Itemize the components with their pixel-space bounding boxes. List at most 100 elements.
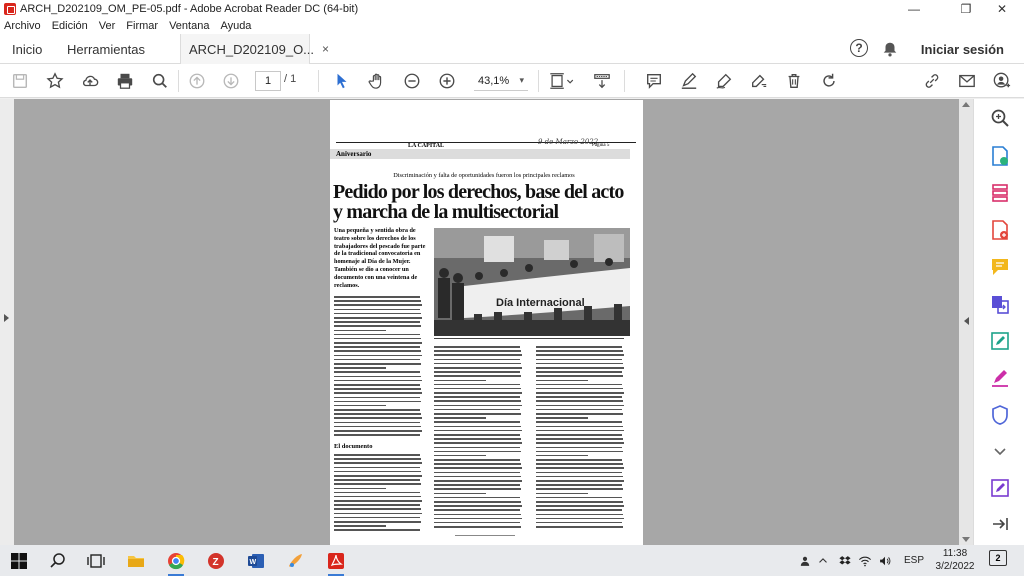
word-icon[interactable]: W (245, 550, 267, 572)
greeked-text-line (536, 362, 624, 365)
volume-icon[interactable] (878, 550, 892, 572)
fill-sign-icon[interactable] (989, 367, 1011, 389)
page-down-icon[interactable] (221, 71, 241, 91)
greeked-text-line (334, 491, 421, 494)
page-number-input[interactable]: 1 (255, 71, 281, 91)
collapse-pane-icon[interactable] (989, 513, 1011, 535)
greeked-text-line (536, 433, 623, 436)
select-pointer-icon[interactable] (332, 71, 352, 91)
greeked-text-line (334, 495, 422, 498)
acrobat-taskbar-icon[interactable] (325, 550, 347, 576)
dropbox-icon[interactable] (838, 550, 852, 572)
chrome-icon[interactable] (165, 550, 187, 576)
menu-ver[interactable]: Ver (99, 20, 116, 32)
cloud-upload-icon[interactable] (80, 71, 100, 91)
window-title: ARCH_D202109_OM_PE-05.pdf - Adobe Acroba… (20, 3, 359, 15)
create-pdf-icon[interactable] (989, 219, 1011, 241)
greeked-text-line (536, 509, 623, 511)
menu-ventana[interactable]: Ventana (169, 20, 209, 32)
greeked-text-line (434, 450, 522, 453)
combine-files-icon[interactable] (989, 293, 1011, 315)
greeked-text-line (434, 438, 522, 440)
greeked-text-line (334, 325, 422, 327)
trash-icon[interactable] (784, 71, 804, 91)
search-zoom-icon[interactable] (150, 71, 170, 91)
greeked-text-line (536, 400, 624, 403)
star-icon[interactable] (45, 71, 65, 91)
clock-time: 11:38 (942, 548, 968, 559)
page-up-icon[interactable] (187, 71, 207, 91)
app-red-icon[interactable]: Z (205, 550, 227, 572)
export-pdf-icon[interactable] (989, 145, 1011, 167)
greeked-text-line (434, 392, 523, 394)
greeked-text-line (434, 400, 522, 403)
greeked-text-line (434, 459, 521, 461)
pdf-page[interactable]: LA CAPITAL 9 de Marzo 2022 Página 5 Aniv… (330, 100, 643, 545)
comment-tool-icon[interactable] (989, 256, 1011, 278)
menu-edicion[interactable]: Edición (52, 20, 88, 32)
wifi-icon[interactable] (858, 550, 872, 572)
chevron-up-icon[interactable] (816, 550, 830, 572)
tab-close-button[interactable]: × (322, 42, 329, 56)
greeked-text-line (536, 484, 623, 486)
print-icon[interactable] (115, 71, 135, 91)
share-link-icon[interactable] (922, 71, 942, 91)
signin-button[interactable]: Iniciar sesión (921, 34, 1004, 64)
tab-document[interactable]: ARCH_D202109_O... × (180, 34, 329, 64)
menu-ayuda[interactable]: Ayuda (220, 20, 251, 32)
greeked-text-line (536, 404, 625, 407)
tab-home[interactable]: Inicio (12, 34, 42, 64)
comment-icon[interactable] (644, 71, 664, 91)
draw-pen-icon[interactable] (714, 71, 734, 91)
minimize-button[interactable]: — (892, 0, 936, 18)
collapse-tools-pane-icon[interactable] (964, 317, 969, 325)
menu-firmar[interactable]: Firmar (126, 20, 158, 32)
taskbar-clock[interactable]: 11:38 3/2/2022 (930, 547, 980, 573)
left-pane-toggle[interactable] (0, 99, 14, 545)
greeked-text-line (334, 521, 422, 523)
file-explorer-icon[interactable] (125, 550, 147, 572)
greeked-text-line (434, 350, 522, 352)
tab-tools[interactable]: Herramientas (67, 34, 145, 64)
close-window-button[interactable]: ✕ (980, 0, 1024, 18)
edit-pdf-icon[interactable] (989, 330, 1011, 352)
zoom-tool-icon[interactable] (989, 107, 1011, 129)
highlight-pen-icon[interactable] (679, 71, 699, 91)
email-icon[interactable] (957, 71, 977, 91)
paint-icon[interactable] (285, 550, 307, 572)
rotate-icon[interactable] (819, 71, 839, 91)
scroll-mode-icon[interactable] (592, 71, 612, 91)
scroll-down-icon[interactable] (962, 537, 970, 542)
tab-document-label: ARCH_D202109_O... (189, 41, 315, 57)
protect-shield-icon[interactable] (989, 404, 1011, 426)
language-indicator[interactable]: ESP (904, 555, 924, 566)
greeked-text-line (334, 462, 423, 464)
windows-start-icon[interactable] (8, 550, 30, 572)
vertical-scrollbar[interactable] (959, 99, 973, 545)
photo-caption (434, 338, 630, 342)
send-sign-icon[interactable] (989, 477, 1011, 499)
greeked-text-line (334, 434, 421, 436)
task-view-icon[interactable] (85, 550, 107, 572)
zoom-out-icon[interactable] (402, 71, 422, 91)
scroll-up-icon[interactable] (962, 102, 970, 107)
greeked-text-line (334, 504, 421, 506)
help-icon[interactable]: ? (850, 39, 868, 57)
greeked-text-line (334, 392, 423, 394)
zoom-level-select[interactable]: 43,1% ▾ (474, 71, 528, 91)
search-icon[interactable] (47, 550, 69, 572)
notification-center-icon[interactable]: 2 (989, 550, 1007, 566)
menu-archivo[interactable]: Archivo (4, 20, 41, 32)
stamp-edit-icon[interactable] (749, 71, 769, 91)
greeked-text-line (434, 446, 521, 449)
zoom-in-icon[interactable] (437, 71, 457, 91)
add-user-icon[interactable] (992, 71, 1012, 91)
bell-icon[interactable] (880, 39, 900, 59)
hand-tool-icon[interactable] (367, 71, 387, 91)
organize-pages-icon[interactable] (989, 182, 1011, 204)
user-tray-icon[interactable] (798, 550, 812, 572)
page-fit-icon[interactable] (548, 71, 576, 91)
article-photo: Día Internacional (434, 228, 630, 336)
more-tools-chevron-icon[interactable] (989, 441, 1011, 463)
save-icon[interactable] (10, 71, 30, 91)
